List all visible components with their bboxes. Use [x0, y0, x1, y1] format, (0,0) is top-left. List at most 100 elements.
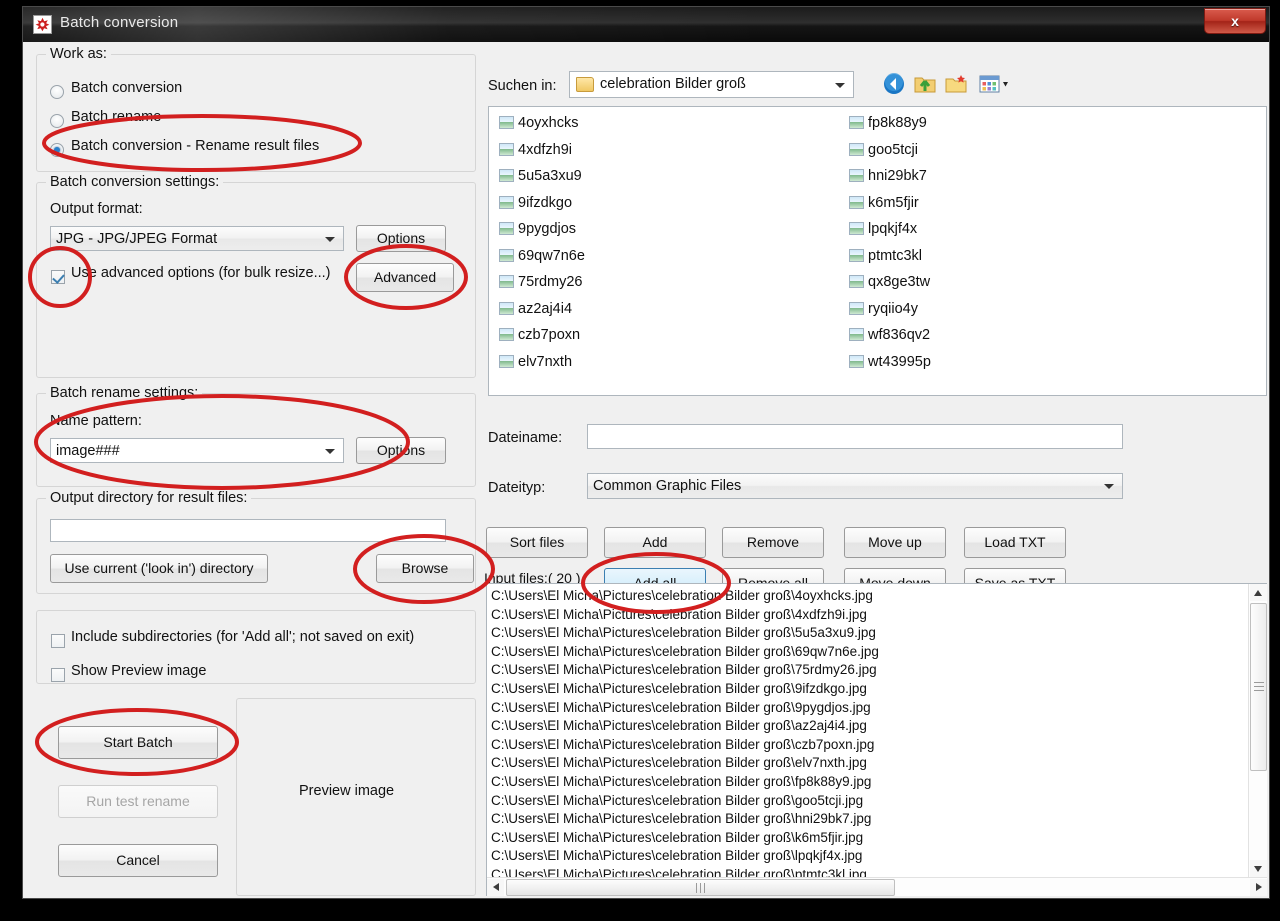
include-subdirectories-label[interactable]: Include subdirectories (for 'Add all'; n… [71, 629, 414, 645]
file-browser-item[interactable]: 69qw7n6e [499, 248, 585, 264]
run-test-rename-button[interactable]: Run test rename [58, 785, 218, 818]
file-browser-item[interactable]: ptmtc3kl [849, 248, 922, 264]
file-browser-item[interactable]: czb7poxn [499, 327, 580, 343]
file-browser-item[interactable]: 4oyxhcks [499, 115, 578, 131]
input-file-row[interactable]: C:\Users\El Micha\Pictures\celebration B… [491, 718, 867, 733]
up-folder-icon[interactable] [913, 72, 937, 96]
file-browser-item[interactable]: k6m5fjir [849, 195, 919, 211]
advanced-button[interactable]: Advanced [356, 263, 454, 292]
image-file-icon [849, 248, 864, 262]
start-batch-button[interactable]: Start Batch [58, 726, 218, 759]
preview-panel: Preview image [236, 698, 476, 896]
input-file-row[interactable]: C:\Users\El Micha\Pictures\celebration B… [491, 662, 877, 677]
input-file-row[interactable]: C:\Users\El Micha\Pictures\celebration B… [491, 811, 871, 826]
scroll-down-button[interactable] [1250, 860, 1267, 877]
use-advanced-options-label[interactable]: Use advanced options (for bulk resize...… [71, 265, 331, 281]
scroll-left-button[interactable] [487, 879, 504, 896]
radio-batch-conversion-label[interactable]: Batch conversion [71, 80, 182, 96]
load-txt-button[interactable]: Load TXT [964, 527, 1066, 558]
dateityp-label: Dateityp: [488, 480, 546, 496]
radio-batch-rename[interactable] [50, 114, 64, 128]
input-file-row[interactable]: C:\Users\El Micha\Pictures\celebration B… [491, 755, 867, 770]
file-browser-item-label: ptmtc3kl [868, 247, 922, 264]
file-browser-item[interactable]: lpqkjf4x [849, 221, 917, 237]
dateiname-input[interactable] [587, 424, 1123, 449]
file-browser-item-label: wf836qv2 [868, 327, 931, 343]
browse-button[interactable]: Browse [376, 554, 474, 583]
use-current-directory-button[interactable]: Use current ('look in') directory [50, 554, 268, 583]
back-icon[interactable] [882, 72, 906, 96]
file-browser-item[interactable]: hni29bk7 [849, 168, 927, 184]
input-list-vertical-scrollbar[interactable] [1248, 584, 1267, 877]
use-advanced-options-checkbox[interactable] [51, 270, 65, 284]
views-icon[interactable] [979, 72, 1013, 96]
look-in-combo[interactable]: celebration Bilder groß [569, 71, 854, 98]
chevron-down-icon [835, 82, 845, 88]
radio-batch-conversion[interactable] [50, 85, 64, 99]
file-browser-item[interactable]: 9pygdjos [499, 221, 576, 237]
file-browser-item[interactable]: goo5tcji [849, 142, 918, 158]
radio-batch-conversion-rename-label[interactable]: Batch conversion - Rename result files [71, 138, 319, 154]
input-list-horizontal-scrollbar[interactable] [487, 877, 1267, 896]
dateityp-combo[interactable]: Common Graphic Files [587, 473, 1123, 499]
input-file-row[interactable]: C:\Users\El Micha\Pictures\celebration B… [491, 588, 873, 603]
input-file-row[interactable]: C:\Users\El Micha\Pictures\celebration B… [491, 848, 862, 863]
input-file-row[interactable]: C:\Users\El Micha\Pictures\celebration B… [491, 737, 874, 752]
file-browser-item[interactable]: 75rdmy26 [499, 274, 582, 290]
close-button[interactable]: x [1204, 8, 1266, 34]
look-in-value: celebration Bilder groß [600, 76, 746, 92]
file-browser-item-label: lpqkjf4x [868, 221, 918, 237]
rename-options-button[interactable]: Options [356, 437, 446, 464]
dateityp-value: Common Graphic Files [593, 478, 742, 494]
scroll-thumb[interactable] [1250, 603, 1267, 771]
radio-batch-conversion-rename[interactable] [50, 143, 64, 157]
move-up-button[interactable]: Move up [844, 527, 946, 558]
remove-button[interactable]: Remove [722, 527, 824, 558]
file-browser-item[interactable]: 5u5a3xu9 [499, 168, 582, 184]
new-folder-icon[interactable] [944, 72, 968, 96]
show-preview-image-label[interactable]: Show Preview image [71, 663, 206, 679]
include-subdirectories-checkbox[interactable] [51, 634, 65, 648]
input-file-row[interactable]: C:\Users\El Micha\Pictures\celebration B… [491, 774, 871, 789]
output-format-combo[interactable]: JPG - JPG/JPEG Format [50, 226, 344, 251]
radio-batch-rename-label[interactable]: Batch rename [71, 109, 161, 125]
file-browser-item[interactable]: elv7nxth [499, 354, 572, 370]
input-file-row[interactable]: C:\Users\El Micha\Pictures\celebration B… [491, 681, 867, 696]
cancel-button[interactable]: Cancel [58, 844, 218, 877]
file-browser-item-label: 5u5a3xu9 [518, 168, 582, 184]
file-browser-item[interactable]: wt43995p [849, 354, 931, 370]
file-browser-list[interactable]: 4oyxhcks 4xdfzh9i 5u5a3xu9 9ifzdkgo 9pygdjos… [488, 106, 1267, 396]
input-files-list[interactable]: C:\Users\El Micha\Pictures\celebration B… [486, 583, 1267, 896]
output-directory-input[interactable] [50, 519, 446, 542]
input-file-row[interactable]: C:\Users\El Micha\Pictures\celebration B… [491, 644, 879, 659]
image-file-icon [499, 222, 514, 235]
file-browser-item[interactable]: az2aj4i4 [499, 301, 572, 317]
input-file-row[interactable]: C:\Users\El Micha\Pictures\celebration B… [491, 793, 863, 808]
scroll-up-button[interactable] [1250, 584, 1267, 601]
file-browser-item[interactable]: 9ifzdkgo [499, 195, 572, 211]
file-browser-item[interactable]: ryqiio4y [849, 301, 918, 317]
file-browser-item-label: ryqiio4y [868, 300, 918, 317]
name-pattern-combo[interactable]: image### [50, 438, 344, 463]
file-browser-item[interactable]: qx8ge3tw [849, 274, 930, 290]
add-button[interactable]: Add [604, 527, 706, 558]
look-in-label: Suchen in: [488, 78, 557, 94]
file-browser-item[interactable]: wf836qv2 [849, 327, 930, 343]
input-file-row[interactable]: C:\Users\El Micha\Pictures\celebration B… [491, 607, 867, 622]
input-file-row[interactable]: C:\Users\El Micha\Pictures\celebration B… [491, 625, 876, 640]
show-preview-image-checkbox[interactable] [51, 668, 65, 682]
file-browser-item[interactable]: fp8k88y9 [849, 115, 927, 131]
scroll-right-button[interactable] [1250, 879, 1267, 896]
name-pattern-value: image### [56, 443, 120, 459]
input-file-row[interactable]: C:\Users\El Micha\Pictures\celebration B… [491, 700, 871, 715]
format-options-button[interactable]: Options [356, 225, 446, 252]
sort-files-button[interactable]: Sort files [486, 527, 588, 558]
input-file-row[interactable]: C:\Users\El Micha\Pictures\celebration B… [491, 830, 863, 845]
chevron-down-icon [1104, 484, 1114, 489]
image-file-icon [499, 142, 514, 156]
file-browser-item-label: 9pygdjos [518, 221, 577, 237]
scroll-thumb-horizontal[interactable] [506, 879, 895, 896]
output-format-value: JPG - JPG/JPEG Format [56, 231, 218, 247]
file-browser-item[interactable]: 4xdfzh9i [499, 142, 572, 158]
image-file-icon [499, 275, 514, 288]
